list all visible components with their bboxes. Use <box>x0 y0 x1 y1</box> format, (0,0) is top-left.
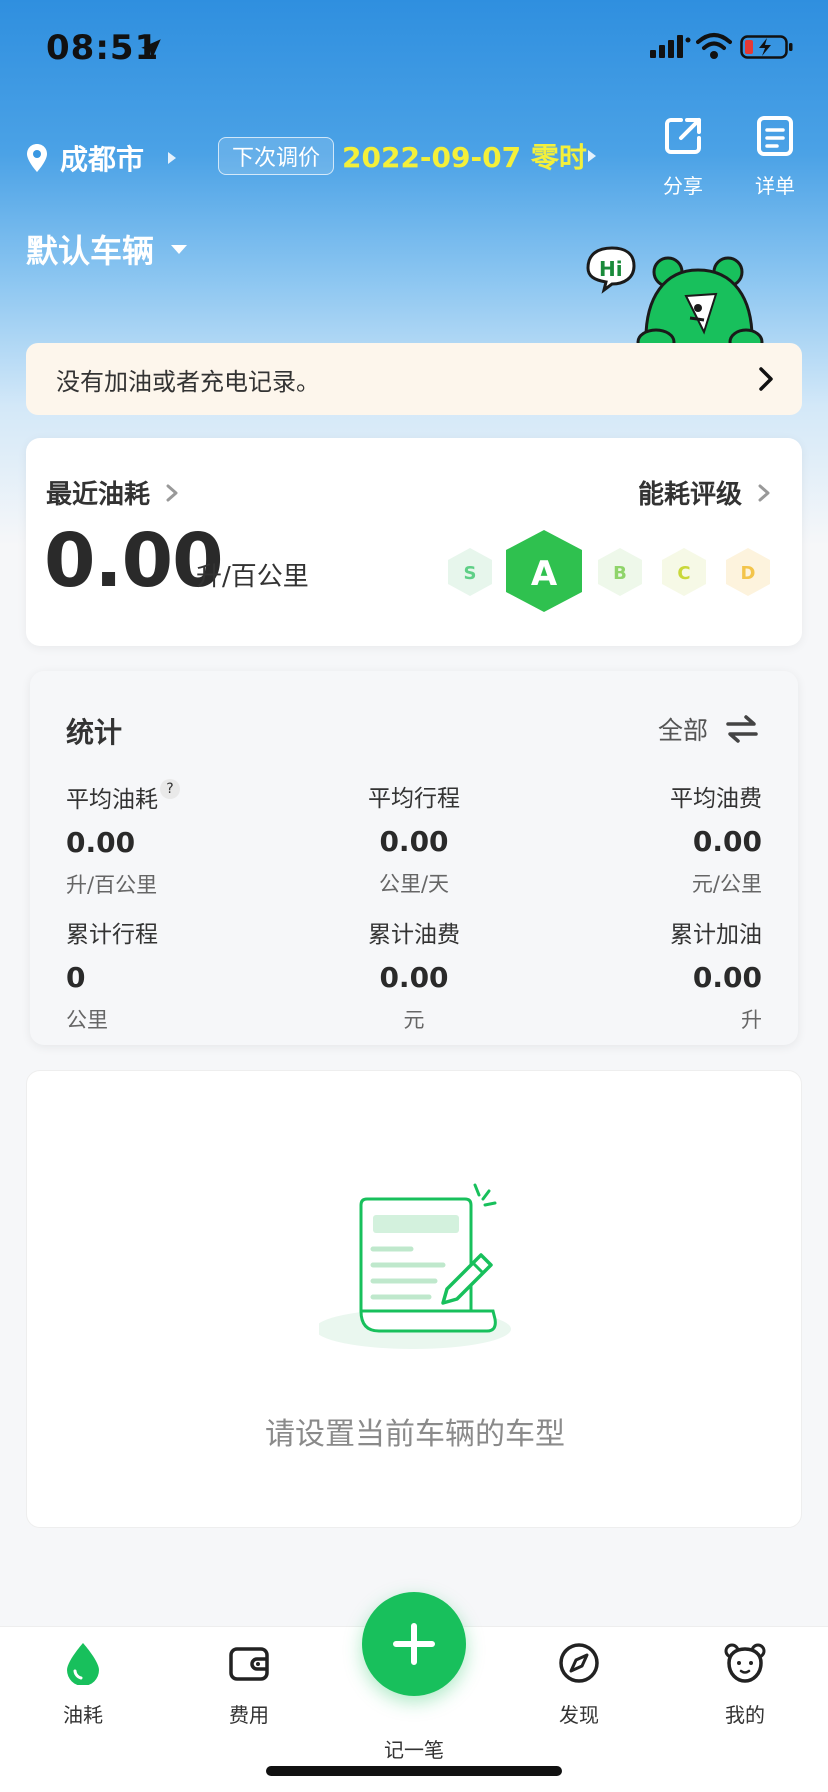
stat-unit: 升/百公里 <box>66 873 158 897</box>
stat-value: 0.00 <box>66 826 136 859</box>
add-record-button[interactable] <box>362 1592 466 1696</box>
share-button[interactable]: 分享 <box>648 114 718 199</box>
city-name: 成都市 <box>60 143 145 176</box>
help-icon[interactable]: ? <box>160 779 180 799</box>
grade-label-a: A <box>531 554 558 594</box>
recent-consumption-link[interactable]: 最近油耗 <box>46 474 178 511</box>
caret-right-icon[interactable] <box>586 148 598 164</box>
stat-value: 0.00 <box>379 825 449 858</box>
energy-rating-title: 能耗评级 <box>637 480 742 510</box>
tab-label: 发现 <box>559 1703 599 1727</box>
empty-state-card[interactable]: 请设置当前车辆的车型 <box>26 1070 802 1528</box>
share-label: 分享 <box>663 174 703 198</box>
tab-mine[interactable]: 我的 <box>690 1641 800 1728</box>
add-record-label: 记一笔 <box>384 1738 444 1762</box>
no-record-notice[interactable]: 没有加油或者充电记录。 <box>26 343 802 415</box>
tab-cost[interactable]: 费用 <box>194 1641 304 1728</box>
caret-right-icon <box>168 152 177 164</box>
stats-filter-label: 全部 <box>657 716 708 745</box>
stat-avg-mileage: 平均行程 0.00 公里/天 <box>304 779 524 898</box>
stat-unit: 升 <box>741 1008 762 1032</box>
tab-label: 油耗 <box>63 1703 103 1727</box>
stat-unit: 元/公里 <box>691 872 762 896</box>
pin-icon <box>27 144 47 172</box>
stat-label: 平均油耗 <box>66 787 158 813</box>
status-bar: 08:51 <box>0 0 828 100</box>
list-icon <box>757 116 793 156</box>
stats-card: 统计 全部 平均油耗? 0.00 升/百公里 平均行程 0.00 公里/天 平均… <box>30 671 798 1045</box>
tab-label: 我的 <box>725 1703 765 1727</box>
stat-total-mileage: 累计行程 0 公里 <box>66 915 286 1034</box>
stat-value: 0 <box>66 961 86 994</box>
cellular-signal-icon <box>650 35 691 58</box>
tab-fuel[interactable]: 油耗 <box>28 1641 138 1728</box>
share-icon <box>665 118 701 154</box>
grade-label-d: D <box>741 563 756 584</box>
grade-b: B <box>598 548 642 596</box>
recent-consumption-unit: 升/百公里 <box>196 562 309 592</box>
notice-text: 没有加油或者充电记录。 <box>56 367 320 396</box>
grade-a: A <box>506 530 582 612</box>
wifi-icon <box>696 33 732 59</box>
stat-value: 0.00 <box>379 961 449 994</box>
wallet-icon <box>229 1647 269 1681</box>
swap-icon <box>726 715 758 743</box>
detail-label: 详单 <box>755 174 795 198</box>
stat-total-fuel: 累计加油 0.00 升 <box>542 915 762 1034</box>
plus-icon <box>393 1623 435 1665</box>
stat-label: 累计加油 <box>670 922 762 948</box>
energy-grade-scale: S A B C D <box>448 530 770 612</box>
grade-label-c: C <box>677 563 690 584</box>
home-indicator <box>266 1766 562 1776</box>
stat-value: 0.00 <box>692 825 762 858</box>
tab-discover[interactable]: 发现 <box>524 1641 634 1728</box>
stats-filter-button[interactable]: 全部 <box>658 711 758 747</box>
mascot-greeting: Hi <box>599 257 623 281</box>
tab-label: 费用 <box>229 1703 269 1727</box>
battery-charging-icon <box>740 35 793 59</box>
chevron-right-icon <box>758 484 770 501</box>
price-adjust-date[interactable]: 2022-09-07 零时 <box>342 136 587 176</box>
empty-state-text: 请设置当前车辆的车型 <box>265 1417 565 1452</box>
document-edit-icon <box>319 1183 511 1349</box>
droplet-icon <box>67 1643 99 1685</box>
stat-avg-consumption: 平均油耗? 0.00 升/百公里 <box>66 779 286 899</box>
stat-total-cost: 累计油费 0.00 元 <box>304 915 524 1034</box>
grade-label-s: S <box>464 563 477 584</box>
stats-title: 统计 <box>66 716 123 749</box>
chevron-right-icon <box>759 367 773 391</box>
stat-value: 0.00 <box>692 961 762 994</box>
chevron-right-icon <box>166 484 178 501</box>
energy-rating-link[interactable]: 能耗评级 <box>638 474 770 511</box>
vehicle-selector[interactable]: 默认车辆 <box>26 226 188 272</box>
city-selector[interactable]: 成都市 <box>26 138 178 178</box>
stat-label: 平均行程 <box>368 786 460 812</box>
grade-c: C <box>662 548 706 596</box>
stat-unit: 元 <box>403 1008 425 1032</box>
stat-label: 平均油费 <box>670 786 762 812</box>
location-arrow-icon <box>141 39 161 59</box>
stat-label: 累计油费 <box>368 922 460 948</box>
grade-d: D <box>726 548 770 596</box>
bear-mascot: Hi <box>586 246 764 346</box>
grade-label-b: B <box>613 563 627 584</box>
caret-down-icon <box>171 245 188 254</box>
grade-s: S <box>448 548 492 596</box>
bear-icon <box>724 1643 766 1683</box>
compass-icon <box>559 1643 599 1683</box>
recent-consumption-title: 最近油耗 <box>46 480 151 510</box>
stat-unit: 公里/天 <box>378 872 450 896</box>
detail-button[interactable]: 详单 <box>740 114 810 199</box>
stat-unit: 公里 <box>66 1008 108 1032</box>
stat-avg-cost: 平均油费 0.00 元/公里 <box>542 779 762 898</box>
vehicle-name: 默认车辆 <box>26 232 155 270</box>
price-adjust-badge[interactable]: 下次调价 <box>218 137 334 175</box>
stat-label: 累计行程 <box>66 922 158 948</box>
consumption-card: 最近油耗 能耗评级 0.00 升/百公里 S A B C D <box>26 438 802 646</box>
